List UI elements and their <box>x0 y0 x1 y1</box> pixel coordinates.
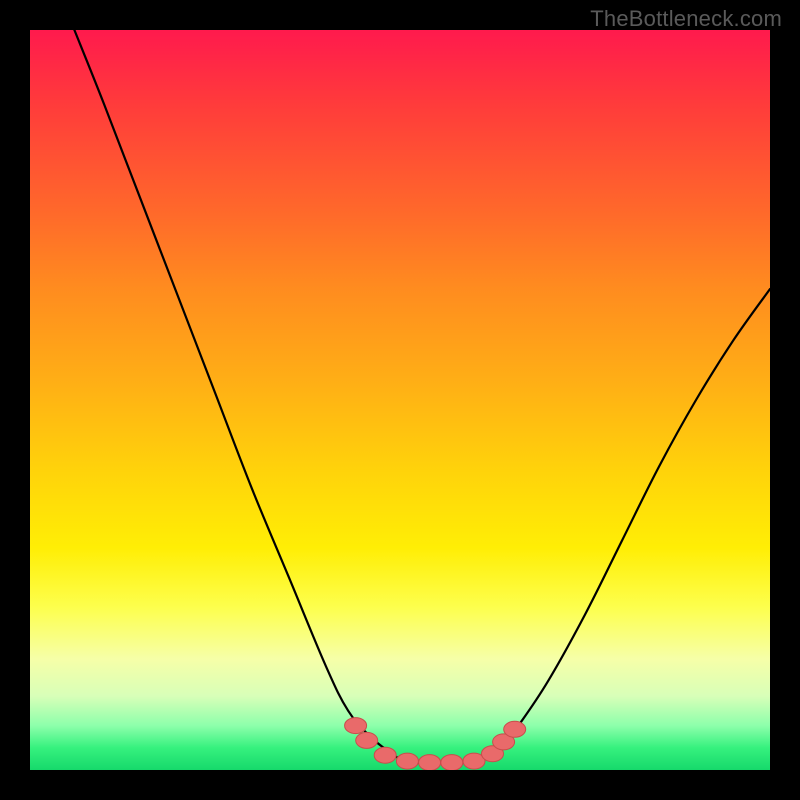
valley-marker <box>441 755 463 770</box>
valley-marker <box>356 732 378 748</box>
valley-marker <box>419 755 441 770</box>
valley-marker <box>396 753 418 769</box>
curve-layer <box>74 30 770 763</box>
right-curve <box>474 289 770 763</box>
chart-svg <box>30 30 770 770</box>
valley-marker <box>374 747 396 763</box>
valley-marker <box>504 721 526 737</box>
plot-area <box>30 30 770 770</box>
marker-layer <box>345 718 526 770</box>
left-curve <box>74 30 474 763</box>
chart-frame: TheBottleneck.com <box>0 0 800 800</box>
watermark-text: TheBottleneck.com <box>590 6 782 32</box>
valley-marker <box>345 718 367 734</box>
